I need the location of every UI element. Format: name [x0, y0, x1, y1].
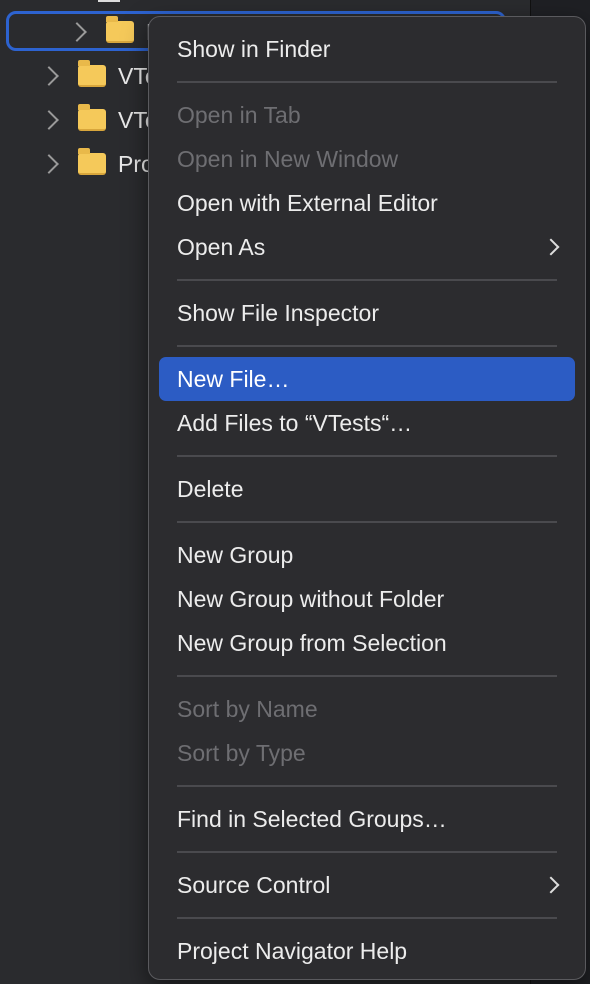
menu-item-delete[interactable]: Delete: [159, 467, 575, 511]
menu-separator: [177, 851, 557, 853]
tree-item-folder[interactable]: Pro: [39, 142, 154, 186]
menu-item-open-with-external-editor[interactable]: Open with External Editor: [159, 181, 575, 225]
menu-separator: [177, 455, 557, 457]
menu-item-new-group[interactable]: New Group: [159, 533, 575, 577]
menu-item-sort-by-type: Sort by Type: [177, 740, 306, 766]
menu-separator: [177, 345, 557, 347]
menu-separator: [177, 521, 557, 523]
folder-icon: [78, 60, 106, 87]
menu-separator: [177, 81, 557, 83]
folder-icon: [78, 148, 106, 175]
menu-item-new-file[interactable]: New File…: [159, 357, 575, 401]
menu-item-show-in-finder[interactable]: Show in Finder: [159, 27, 575, 71]
chevron-right-icon[interactable]: [39, 154, 59, 174]
folder-icon: [106, 16, 134, 43]
file-icon: [98, 0, 120, 2]
context-menu: Show in Finder Open in Tab Open in New W…: [148, 16, 586, 980]
chevron-right-icon: [542, 238, 560, 256]
menu-item-label: Open As: [177, 234, 266, 260]
menu-item-add-files[interactable]: Add Files to “VTests“…: [159, 401, 575, 445]
menu-separator: [177, 279, 557, 281]
menu-item-sort-by-name: Sort by Name: [177, 696, 318, 722]
menu-item-show-file-inspector[interactable]: Show File Inspector: [159, 291, 575, 335]
chevron-right-icon[interactable]: [39, 66, 59, 86]
chevron-right-icon[interactable]: [39, 110, 59, 130]
tree-item-folder[interactable]: VTe: [39, 54, 158, 98]
menu-item-source-control[interactable]: Source Control: [159, 863, 575, 907]
chevron-right-icon: [542, 876, 560, 894]
chevron-right-icon[interactable]: [67, 22, 87, 42]
menu-separator: [177, 675, 557, 677]
menu-item-new-group-without-folder[interactable]: New Group without Folder: [159, 577, 575, 621]
menu-item-new-group-from-selection[interactable]: New Group from Selection: [159, 621, 575, 665]
tree-item-folder[interactable]: F: [67, 10, 160, 54]
menu-item-open-in-tab: Open in Tab: [177, 102, 301, 128]
menu-item-open-in-new-window: Open in New Window: [177, 146, 399, 172]
menu-separator: [177, 917, 557, 919]
menu-item-help[interactable]: Project Navigator Help: [159, 929, 575, 973]
menu-separator: [177, 785, 557, 787]
menu-item-find-in-selected-groups[interactable]: Find in Selected Groups…: [159, 797, 575, 841]
menu-item-open-as[interactable]: Open As: [159, 225, 575, 269]
folder-icon: [78, 104, 106, 131]
menu-item-label: Source Control: [177, 872, 331, 898]
tree-item-folder[interactable]: VTe: [39, 98, 158, 142]
